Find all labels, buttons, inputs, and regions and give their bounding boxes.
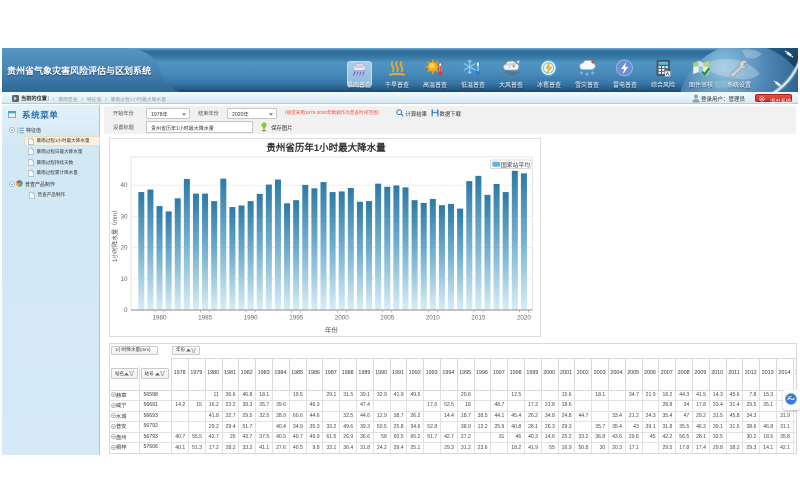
svg-text:1小时降水量（mm）: 1小时降水量（mm）: [111, 207, 119, 262]
svg-text:2000: 2000: [334, 315, 349, 322]
svg-text:1985: 1985: [198, 315, 213, 322]
svg-text:2010: 2010: [425, 315, 440, 322]
svg-text:20: 20: [120, 245, 128, 252]
svg-text:国家站平均: 国家站平均: [501, 161, 530, 169]
svg-text:0: 0: [123, 307, 127, 314]
svg-text:1995: 1995: [289, 315, 304, 322]
svg-text:30: 30: [120, 213, 128, 220]
svg-text:2005: 2005: [380, 315, 395, 322]
svg-text:2020: 2020: [516, 315, 531, 322]
svg-text:10: 10: [120, 276, 128, 283]
svg-text:2015: 2015: [471, 315, 486, 322]
svg-text:年份: 年份: [325, 325, 339, 334]
svg-text:贵州省历年1小时最大降水量: 贵州省历年1小时最大降水量: [266, 142, 386, 154]
svg-text:1990: 1990: [243, 315, 258, 322]
svg-text:1980: 1980: [152, 315, 167, 322]
svg-text:40: 40: [120, 182, 128, 189]
